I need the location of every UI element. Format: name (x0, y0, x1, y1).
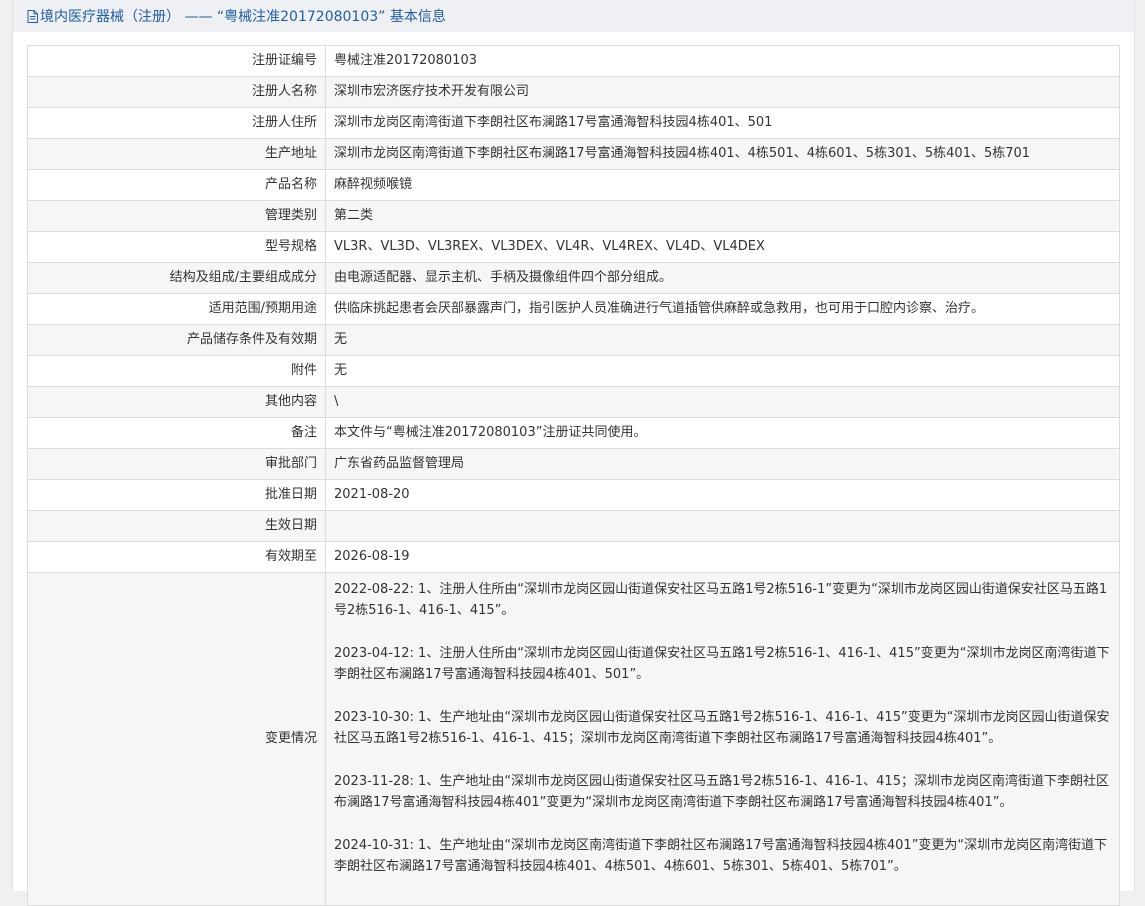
table-row: 产品储存条件及有效期无 (27, 324, 1120, 356)
field-value: \ (325, 386, 1120, 418)
change-entry: 2023-10-30: 1、生产地址由“深圳市龙岗区园山街道保安社区马五路1号2… (334, 710, 1110, 746)
field-label: 有效期至 (27, 541, 326, 573)
field-value: 广东省药品监督管理局 (325, 448, 1120, 480)
field-label: 适用范围/预期用途 (27, 293, 326, 325)
page-header: 境内医疗器械（注册） —— “粤械注准20172080103” 基本信息 (13, 0, 1134, 32)
field-value: 深圳市宏济医疗技术开发有限公司 (325, 76, 1120, 108)
table-row: 其他内容 \ (27, 386, 1120, 418)
field-label: 生效日期 (27, 510, 326, 542)
info-table-body: 注册证编号 粤械注准20172080103 注册人名称 深圳市宏济医疗技术开发有限公司… (27, 45, 1120, 906)
field-value: 粤械注准20172080103 (325, 45, 1120, 77)
page-container: 境内医疗器械（注册） —— “粤械注准20172080103” 基本信息 注册证… (12, 0, 1135, 906)
field-value: 无 (325, 355, 1120, 387)
field-label: 批准日期 (27, 479, 326, 511)
field-label: 其他内容 (27, 386, 326, 418)
change-entry: 2023-04-12: 1、注册人住所由“深圳市龙岗区园山街道保安社区马五路1号… (334, 646, 1110, 682)
table-row: 生产地址 深圳市龙岗区南湾街道下李朗社区布澜路17号富通海智科技园4栋401、4栋… (27, 138, 1120, 170)
field-label: 注册证编号 (27, 45, 326, 77)
table-row: 注册人名称 深圳市宏济医疗技术开发有限公司 (27, 76, 1120, 108)
table-row: 批准日期 2021-08-20 (27, 479, 1120, 511)
field-label: 审批部门 (27, 448, 326, 480)
table-row: 型号规格 VL3R、VL3D、VL3REX、VL3DEX、VL4R、VL4REX、… (27, 231, 1120, 263)
field-label: 注册人名称 (27, 76, 326, 108)
table-row: 产品名称 麻醉视频喉镜 (27, 169, 1120, 201)
field-value: 麻醉视频喉镜 (325, 169, 1120, 201)
field-value: 由电源适配器、显示主机、手柄及摄像组件四个部分组成。 (325, 262, 1120, 294)
field-value: 深圳市龙岗区南湾街道下李朗社区布澜路17号富通海智科技园4栋401、4栋501、… (325, 138, 1120, 170)
table-row: 管理类别 第二类 (27, 200, 1120, 232)
field-label: 管理类别 (27, 200, 326, 232)
field-label: 附件 (27, 355, 326, 387)
table-row: 附件无 (27, 355, 1120, 387)
page-title: 境内医疗器械（注册） —— “粤械注准20172080103” 基本信息 (40, 9, 446, 25)
field-value: 无 (325, 324, 1120, 356)
field-value: VL3R、VL3D、VL3REX、VL3DEX、VL4R、VL4REX、VL4D… (325, 231, 1120, 263)
change-entry: 2024-10-31: 1、生产地址由“深圳市龙岗区南湾街道下李朗社区布澜路17… (334, 838, 1108, 874)
table-row: 审批部门 广东省药品监督管理局 (27, 448, 1120, 480)
field-label: 备注 (27, 417, 326, 449)
change-history-label: 变更情况 (27, 572, 326, 906)
field-label: 产品名称 (27, 169, 326, 201)
change-entry: 2022-08-22: 1、注册人住所由“深圳市龙岗区园山街道保安社区马五路1号… (334, 582, 1108, 618)
table-row: 结构及组成/主要组成成分 由电源适配器、显示主机、手柄及摄像组件四个部分组成。 (27, 262, 1120, 294)
field-value: 第二类 (325, 200, 1120, 232)
field-value: 2021-08-20 (325, 479, 1120, 511)
field-value: 2026-08-19 (325, 541, 1120, 573)
field-label: 结构及组成/主要组成成分 (27, 262, 326, 294)
table-row: 生效日期 (27, 510, 1120, 542)
field-label: 注册人住所 (27, 107, 326, 139)
change-history-value: 2022-08-22: 1、注册人住所由“深圳市龙岗区园山街道保安社区马五路1号… (325, 572, 1120, 906)
field-value: 本文件与“粤械注准20172080103”注册证共同使用。 (325, 417, 1120, 449)
change-history-row: 变更情况 2022-08-22: 1、注册人住所由“深圳市龙岗区园山街道保安社区马… (27, 572, 1120, 906)
table-row: 注册人住所 深圳市龙岗区南湾街道下李朗社区布澜路17号富通海智科技园4栋401、5… (27, 107, 1120, 139)
field-label: 型号规格 (27, 231, 326, 263)
table-row: 注册证编号 粤械注准20172080103 (27, 45, 1120, 77)
field-label: 生产地址 (27, 138, 326, 170)
table-row: 备注 本文件与“粤械注准20172080103”注册证共同使用。 (27, 417, 1120, 449)
info-table: 注册证编号 粤械注准20172080103 注册人名称 深圳市宏济医疗技术开发有限公司… (27, 45, 1120, 906)
field-value: 深圳市龙岗区南湾街道下李朗社区布澜路17号富通海智科技园4栋401、501 (325, 107, 1120, 139)
field-value: 供临床挑起患者会厌部暴露声门，指引医护人员准确进行气道插管供麻醉或急救用，也可用… (325, 293, 1120, 325)
field-label: 产品储存条件及有效期 (27, 324, 326, 356)
field-value (325, 510, 1120, 542)
change-entry: 2023-11-28: 1、生产地址由“深圳市龙岗区园山街道保安社区马五路1号2… (334, 774, 1109, 810)
document-icon (27, 10, 38, 23)
table-row: 有效期至 2026-08-19 (27, 541, 1120, 573)
table-row: 适用范围/预期用途 供临床挑起患者会厌部暴露声门，指引医护人员准确进行气道插管供麻… (27, 293, 1120, 325)
